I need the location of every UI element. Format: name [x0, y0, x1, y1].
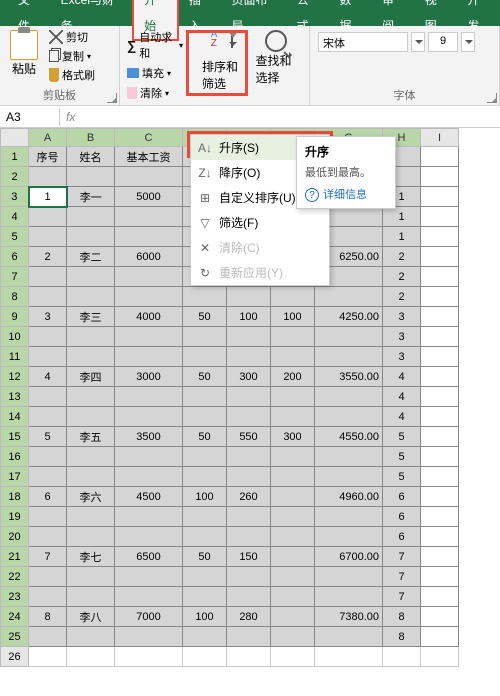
fx-icon[interactable]: fx: [60, 110, 81, 124]
font-expand[interactable]: [487, 93, 497, 103]
name-box[interactable]: A3: [0, 108, 60, 126]
ribbon: 粘贴 剪切 复制▾ 格式刷 剪贴板 ∑自动求和▾ 填充▾ 清除▾ AZ: [0, 26, 500, 106]
tooltip-ascending: 升序 最低到最高。 ?详细信息: [296, 136, 396, 209]
cut-button[interactable]: 剪切: [46, 28, 98, 46]
help-icon: ?: [305, 188, 319, 202]
clear-button[interactable]: 清除▾: [126, 84, 184, 102]
sigma-icon: ∑: [127, 38, 136, 53]
formula-bar: A3 fx: [0, 106, 500, 128]
sort-desc-icon: Z↓: [197, 166, 213, 180]
paste-label: 粘贴: [12, 60, 36, 77]
paste-icon: [10, 30, 38, 60]
col-A[interactable]: A: [29, 129, 67, 147]
autosum-button[interactable]: ∑自动求和▾: [126, 28, 184, 62]
paste-button[interactable]: 粘贴: [6, 28, 42, 84]
brush-icon: [49, 68, 59, 82]
col-B[interactable]: B: [67, 129, 115, 147]
cut-icon: [49, 30, 63, 44]
row-1[interactable]: 1: [1, 147, 29, 167]
row-2[interactable]: 2: [1, 167, 29, 187]
fill-icon: [127, 68, 139, 78]
tooltip-title: 升序: [305, 143, 387, 160]
highlight-sort-button: [186, 30, 248, 96]
reapply: ↻重新应用(Y): [191, 260, 329, 285]
font-size-dropdown[interactable]: [461, 32, 475, 52]
font-name-dropdown[interactable]: [411, 32, 425, 52]
clear-filter: ✕清除(C): [191, 235, 329, 260]
eraser-icon: [127, 87, 137, 99]
col-I[interactable]: I: [421, 129, 459, 147]
find-icon: [265, 30, 287, 52]
filter-icon: ▽: [197, 216, 213, 230]
row-3[interactable]: 3: [1, 187, 29, 207]
format-painter-button[interactable]: 格式刷: [46, 66, 98, 84]
font-name-select[interactable]: 宋体: [318, 32, 408, 52]
filter[interactable]: ▽筛选(F): [191, 210, 329, 235]
fill-button[interactable]: 填充▾: [126, 64, 184, 82]
clipboard-group-label: 剪贴板: [6, 85, 113, 105]
clipboard-expand[interactable]: [107, 93, 117, 103]
sort-asc-icon: A↓: [197, 141, 213, 155]
menu-bar: 文件 Excel与财务 开始 插入 页面布局 公式 数据 审阅 视图 开发: [0, 0, 500, 26]
find-select-button[interactable]: 查找和选择: [250, 28, 304, 94]
tooltip-desc: 最低到最高。: [305, 164, 387, 180]
font-size-select[interactable]: 9: [428, 32, 458, 52]
col-C[interactable]: C: [115, 129, 183, 147]
font-group-label: 字体: [316, 85, 493, 105]
copy-button[interactable]: 复制▾: [46, 47, 98, 65]
copy-icon: [49, 50, 59, 62]
tooltip-more-link[interactable]: ?详细信息: [305, 186, 387, 202]
custom-sort-icon: ⊞: [197, 191, 213, 205]
